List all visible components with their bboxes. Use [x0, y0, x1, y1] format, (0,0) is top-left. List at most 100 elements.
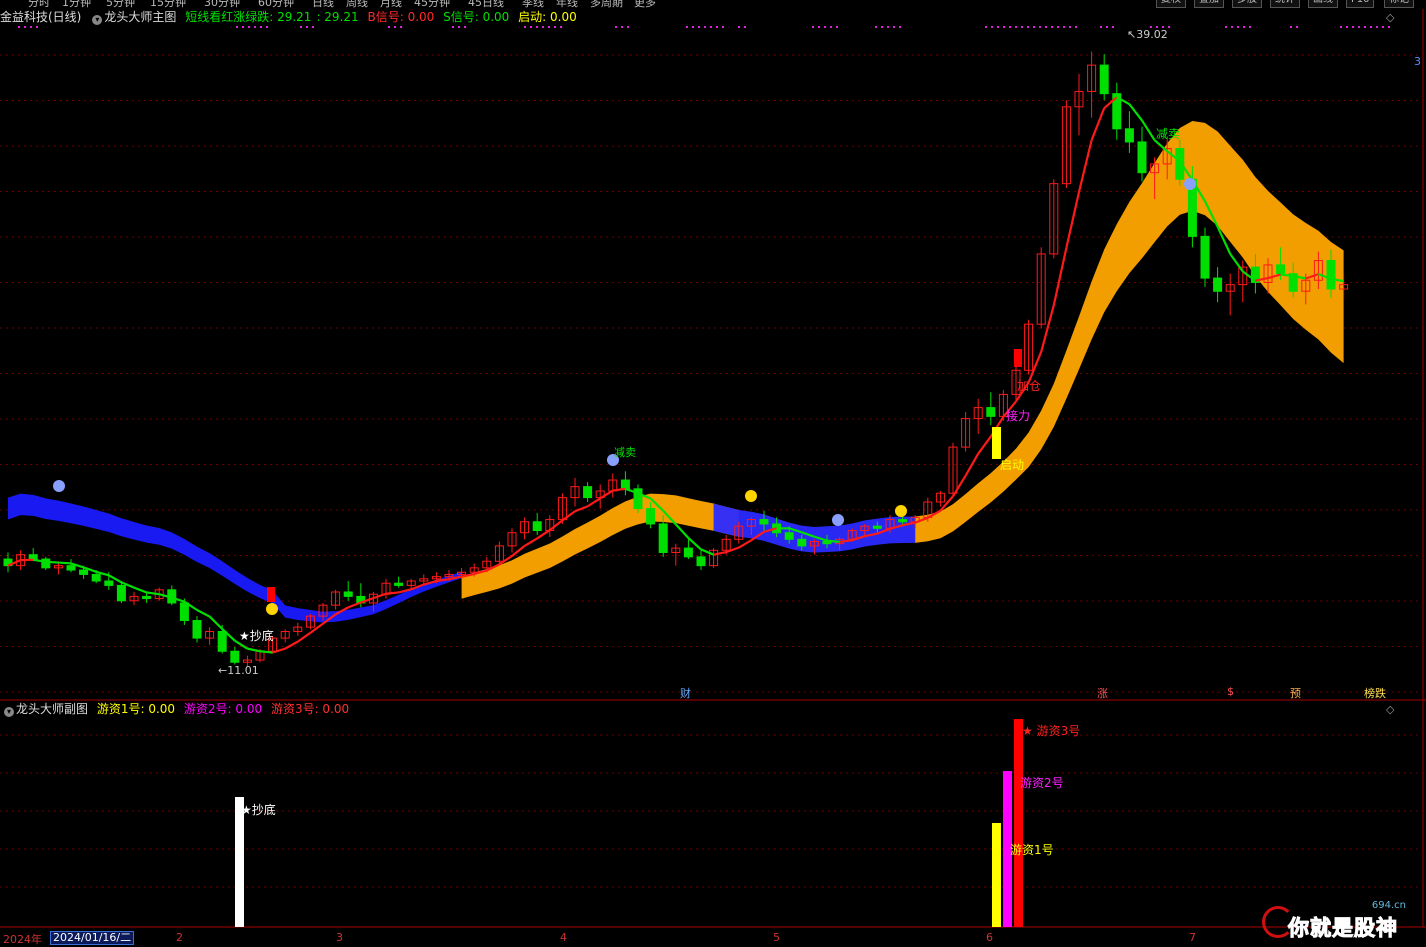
sub-bar-游资3号 [1014, 719, 1023, 927]
trend-line-segment [588, 498, 601, 506]
sad-icon [832, 514, 844, 526]
signal-dot [1388, 26, 1390, 28]
signal-dot [266, 26, 268, 28]
trend-line-segment [537, 530, 550, 538]
signal-dot [388, 26, 390, 28]
trend-band-blue [8, 494, 462, 623]
sub-youzi2-label: 游资2号 [1020, 774, 1064, 791]
trend-line-segment [714, 552, 727, 555]
signal-dot [1346, 26, 1348, 28]
candle-body [1214, 278, 1222, 291]
trend-line-segment [676, 524, 689, 538]
candle-body [67, 566, 75, 570]
trend-line-segment [210, 617, 223, 629]
trend-line-segment [298, 633, 311, 642]
signal-dot [312, 26, 314, 28]
signal-dot [1100, 26, 1102, 28]
trend-line-segment [1079, 140, 1092, 192]
kline-chart-canvas[interactable] [0, 0, 1426, 943]
signal-dot [400, 26, 402, 28]
trend-line-segment [1142, 120, 1155, 140]
signal-dot [1021, 26, 1023, 28]
trend-line-segment [247, 649, 260, 652]
candle-body [1201, 236, 1209, 278]
trend-line-segment [285, 642, 298, 649]
trend-line-segment [613, 489, 626, 491]
smile-icon [266, 603, 278, 615]
trend-line-segment [58, 563, 71, 564]
month-label: 7 [1189, 931, 1196, 944]
low-price-value: 11.01 [227, 664, 259, 677]
trend-line-segment [46, 562, 59, 563]
sub-chaodi-label: ★抄底 [241, 801, 276, 818]
signal-dot [824, 26, 826, 28]
event-tag-dollar[interactable]: $ [1227, 685, 1234, 698]
candle-body [1100, 65, 1108, 94]
trend-line-segment [260, 651, 273, 652]
trend-band-orange [915, 121, 1343, 543]
qidong-label: 启动 [1000, 456, 1024, 473]
signal-dot [542, 26, 544, 28]
signal-dot [686, 26, 688, 28]
event-tag-board[interactable]: 榜跌 [1364, 685, 1386, 701]
trend-line-segment [739, 540, 752, 547]
signal-dot [1057, 26, 1059, 28]
trend-line-segment [600, 491, 613, 499]
signal-dot [1382, 26, 1384, 28]
signal-dot [560, 26, 562, 28]
candle-body [344, 592, 352, 596]
signal-dot [242, 26, 244, 28]
start-signal-bar [992, 427, 1001, 459]
sub-collapse-diamond-icon[interactable]: ◇ [1386, 703, 1394, 716]
candle-body [193, 621, 201, 639]
signal-dot [548, 26, 550, 28]
signal-dot [744, 26, 746, 28]
signal-dot [1039, 26, 1041, 28]
month-label: 3 [336, 931, 343, 944]
signal-dot [1376, 26, 1378, 28]
trend-line-segment [1066, 192, 1079, 248]
signal-dot [1225, 26, 1227, 28]
signal-dot [710, 26, 712, 28]
signal-dot [1051, 26, 1053, 28]
candle-body [1125, 129, 1133, 142]
trend-line-segment [1129, 104, 1142, 120]
high-price-value: 39.02 [1136, 28, 1168, 41]
signal-dot [899, 26, 901, 28]
signal-dot [1168, 26, 1170, 28]
signal-dot [18, 26, 20, 28]
watermark-text: 你就是股神 [1288, 912, 1398, 942]
trend-line-segment [197, 610, 210, 617]
signal-dot [830, 26, 832, 28]
event-tag-finance[interactable]: 财 [680, 685, 691, 701]
event-tag-forecast[interactable]: 预 [1290, 685, 1301, 701]
signal-dot [1358, 26, 1360, 28]
signal-dot [716, 26, 718, 28]
signal-dot [818, 26, 820, 28]
candle-body [684, 548, 692, 557]
trend-line-segment [348, 603, 361, 608]
trend-line-segment [953, 476, 966, 497]
candle-body [785, 533, 793, 540]
candle-body [117, 585, 125, 600]
collapse-diamond-icon[interactable]: ◇ [1386, 11, 1394, 24]
signal-dot [1290, 26, 1292, 28]
candle-body [29, 555, 37, 559]
signal-dot [236, 26, 238, 28]
sad-icon [53, 480, 65, 492]
signal-dot [836, 26, 838, 28]
signal-dot [452, 26, 454, 28]
trend-line-segment [827, 541, 840, 542]
smile-icon [745, 490, 757, 502]
candle-body [180, 603, 188, 621]
signal-dot [985, 26, 987, 28]
signal-dot [1033, 26, 1035, 28]
month-label: 2 [176, 931, 183, 944]
event-tag-limitup[interactable]: 涨 [1097, 685, 1108, 701]
candle-body [697, 557, 705, 566]
signal-dot [458, 26, 460, 28]
candle-body [659, 524, 667, 553]
signal-dot [1075, 26, 1077, 28]
signal-dot [260, 26, 262, 28]
signal-dot [1249, 26, 1251, 28]
